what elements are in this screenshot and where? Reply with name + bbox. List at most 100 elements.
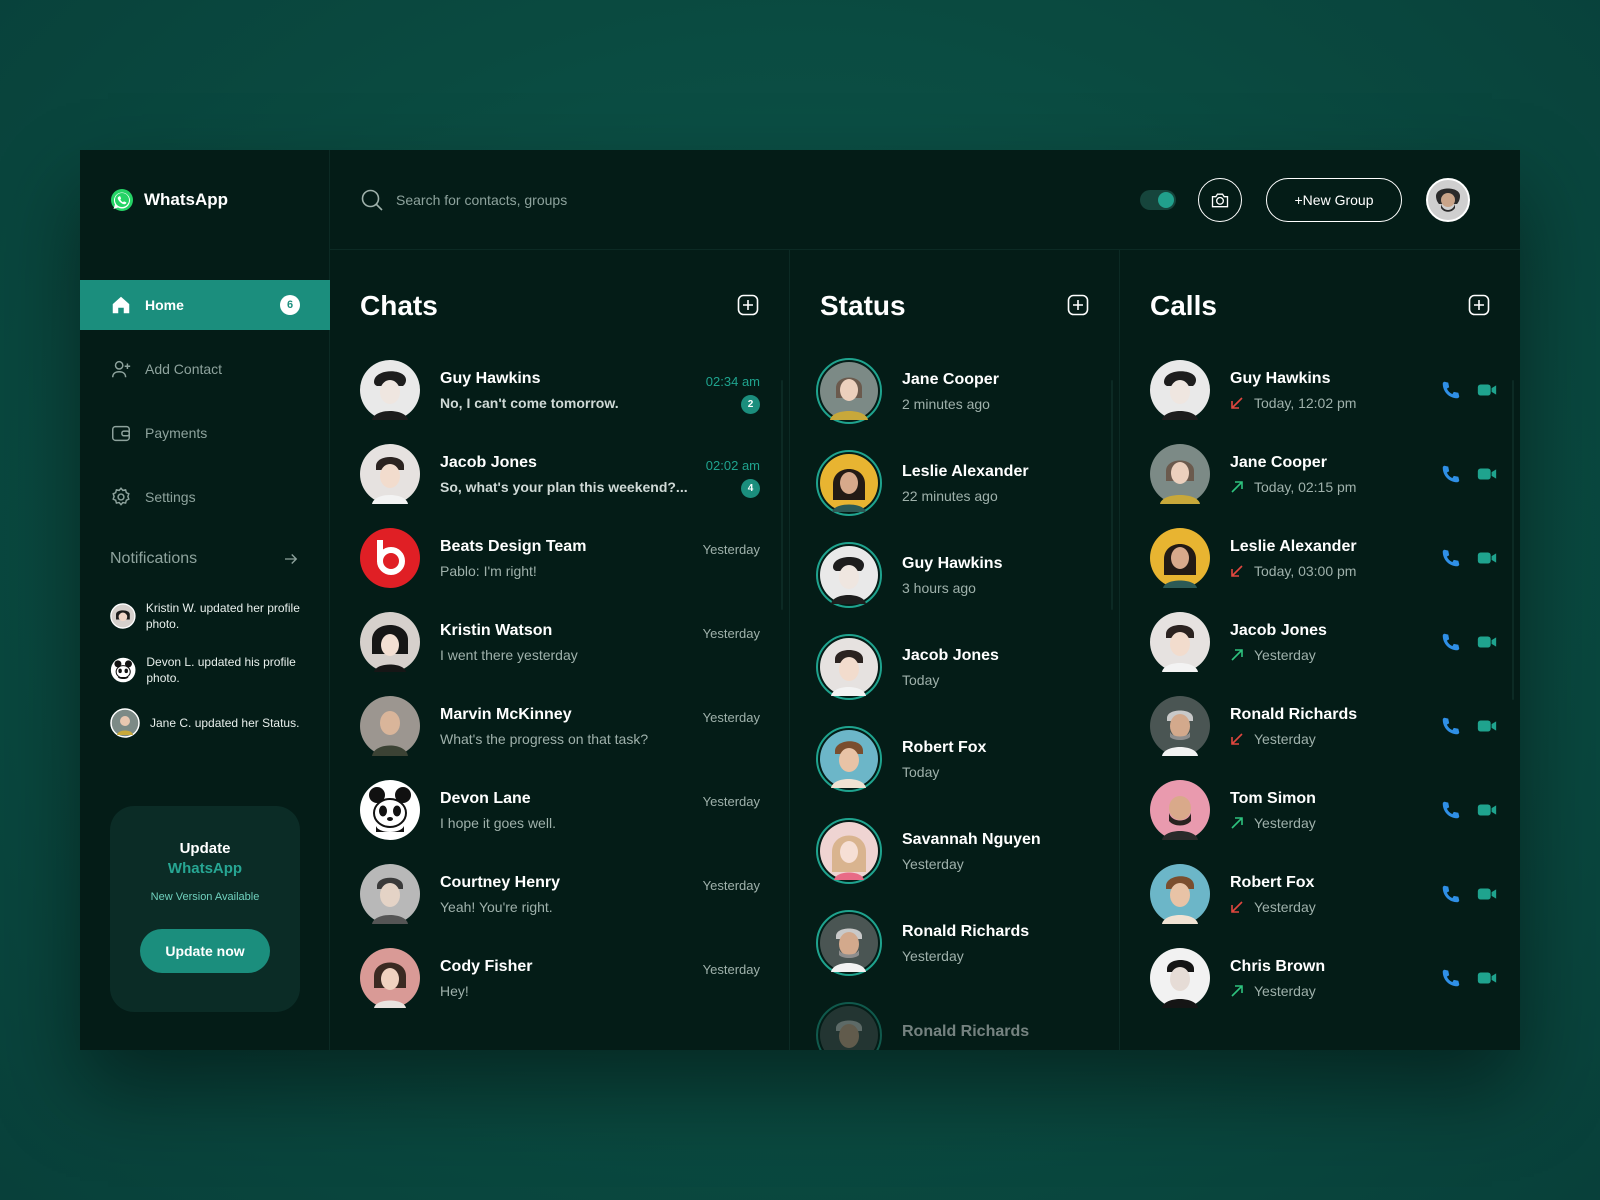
- avatar: [820, 822, 878, 880]
- sidebar-nav: Home 6 Add Contact Payments Settings: [80, 280, 330, 536]
- phone-icon[interactable]: [1440, 463, 1462, 485]
- caller-name: Jacob Jones: [1230, 621, 1327, 639]
- add-user-icon: [112, 360, 131, 378]
- search-input[interactable]: [396, 192, 696, 208]
- status-ring: [816, 634, 882, 700]
- chat-item[interactable]: Marvin McKinney What's the progress on t…: [360, 696, 760, 756]
- add-call-icon[interactable]: [1468, 294, 1490, 316]
- chats-title: Chats: [360, 290, 438, 321]
- chat-item[interactable]: Cody Fisher Hey! Yesterday: [360, 948, 760, 1008]
- status-time: 3 hours ago: [902, 579, 976, 596]
- video-icon[interactable]: [1476, 883, 1498, 905]
- chat-item[interactable]: Guy Hawkins No, I can't come tomorrow. 0…: [360, 360, 760, 420]
- call-item[interactable]: Guy Hawkins Today, 12:02 pm: [1150, 360, 1497, 420]
- sidebar-item-add-contact[interactable]: Add Contact: [80, 344, 330, 394]
- video-icon[interactable]: [1476, 799, 1498, 821]
- main-content: +New Group Chats Guy Hawkins No, I can't…: [330, 150, 1520, 1050]
- chat-item[interactable]: Courtney Henry Yeah! You're right. Yeste…: [360, 864, 760, 924]
- call-item[interactable]: Tom Simon Yesterday: [1150, 780, 1497, 840]
- chat-item[interactable]: Kristin Watson I went there yesterday Ye…: [360, 612, 760, 672]
- status-name: Guy Hawkins: [902, 554, 1003, 572]
- phone-icon[interactable]: [1440, 715, 1462, 737]
- chat-item[interactable]: Devon Lane I hope it goes well. Yesterda…: [360, 780, 760, 840]
- sidebar-item-settings[interactable]: Settings: [80, 472, 330, 522]
- phone-icon[interactable]: [1440, 799, 1462, 821]
- call-item[interactable]: Robert Fox Yesterday: [1150, 864, 1497, 924]
- chat-message: I hope it goes well.: [440, 814, 556, 831]
- avatar: [820, 730, 878, 788]
- phone-icon[interactable]: [1440, 547, 1462, 569]
- chat-item[interactable]: Jacob Jones So, what's your plan this we…: [360, 444, 760, 504]
- call-info: Yesterday: [1230, 731, 1357, 747]
- call-item[interactable]: Leslie Alexander Today, 03:00 pm: [1150, 528, 1497, 588]
- camera-button[interactable]: [1198, 178, 1242, 222]
- status-item[interactable]: Ronald Richards: [816, 1002, 1029, 1050]
- video-icon[interactable]: [1476, 631, 1498, 653]
- panda-avatar: [110, 657, 136, 683]
- call-item[interactable]: Jacob Jones Yesterday: [1150, 612, 1497, 672]
- chat-meta: 02:02 am 4: [706, 444, 760, 498]
- notification-item[interactable]: Devon L. updated his profile photo.: [110, 654, 310, 686]
- caller-name: Robert Fox: [1230, 873, 1315, 891]
- status-item[interactable]: Savannah Nguyen Yesterday: [816, 818, 1041, 884]
- call-item[interactable]: Ronald Richards Yesterday: [1150, 696, 1497, 756]
- call-actions: [1440, 631, 1498, 653]
- video-icon[interactable]: [1476, 463, 1498, 485]
- phone-icon[interactable]: [1440, 631, 1462, 653]
- status-item[interactable]: Jacob Jones Today: [816, 634, 999, 700]
- call-item[interactable]: Chris Brown Yesterday: [1150, 948, 1497, 1008]
- video-icon[interactable]: [1476, 967, 1498, 989]
- call-info: Yesterday: [1230, 983, 1325, 999]
- sidebar-item-payments[interactable]: Payments: [80, 408, 330, 458]
- update-now-button[interactable]: Update now: [140, 929, 270, 973]
- phone-icon[interactable]: [1440, 883, 1462, 905]
- sidebar-item-label: Home: [145, 297, 184, 313]
- arrow-right-icon[interactable]: [282, 550, 300, 568]
- notification-item[interactable]: Kristin W. updated her profile photo.: [110, 600, 310, 632]
- call-time: Today, 03:00 pm: [1254, 562, 1357, 579]
- call-item[interactable]: Jane Cooper Today, 02:15 pm: [1150, 444, 1497, 504]
- notifications-list: Kristin W. updated her profile photo. De…: [110, 600, 310, 760]
- notification-item[interactable]: Jane C. updated her Status.: [110, 708, 310, 738]
- add-status-icon[interactable]: [1067, 294, 1089, 316]
- chat-name: Kristin Watson: [440, 621, 553, 639]
- outgoing-call-icon: [1231, 816, 1243, 829]
- missed-call-icon: [1231, 900, 1243, 913]
- sidebar-item-home[interactable]: Home 6: [80, 280, 330, 330]
- phone-icon[interactable]: [1440, 379, 1462, 401]
- video-icon[interactable]: [1476, 379, 1498, 401]
- avatar: [360, 444, 420, 504]
- status-item[interactable]: Jane Cooper 2 minutes ago: [816, 358, 999, 424]
- status-name: Ronald Richards: [902, 922, 1030, 940]
- theme-toggle[interactable]: [1140, 190, 1176, 210]
- new-group-button[interactable]: +New Group: [1266, 178, 1402, 222]
- status-item[interactable]: Leslie Alexander 22 minutes ago: [816, 450, 1029, 516]
- call-actions: [1440, 715, 1498, 737]
- calls-scrollbar[interactable]: [1512, 380, 1514, 700]
- video-icon[interactable]: [1476, 715, 1498, 737]
- missed-call-icon: [1231, 732, 1243, 745]
- search-bar[interactable]: [360, 188, 696, 212]
- phone-icon[interactable]: [1440, 967, 1462, 989]
- chats-scrollbar[interactable]: [781, 380, 783, 610]
- add-chat-icon[interactable]: [737, 294, 759, 316]
- chat-meta: Yesterday: [703, 696, 760, 725]
- caller-name: Guy Hawkins: [1230, 369, 1331, 387]
- status-item[interactable]: Guy Hawkins 3 hours ago: [816, 542, 1002, 608]
- profile-avatar[interactable]: [1426, 178, 1470, 222]
- chat-meta: Yesterday: [703, 864, 760, 893]
- status-name: Ronald Richards: [902, 1022, 1030, 1040]
- status-item[interactable]: Robert Fox Today: [816, 726, 986, 792]
- chat-meta: Yesterday: [703, 528, 760, 557]
- status-time: Yesterday: [902, 855, 964, 872]
- chat-name: Cody Fisher: [440, 957, 533, 975]
- missed-call-icon: [1231, 564, 1243, 577]
- status-item[interactable]: Ronald Richards Yesterday: [816, 910, 1029, 976]
- chat-item[interactable]: Beats Design Team Pablo: I'm right! Yest…: [360, 528, 760, 588]
- call-time: Yesterday: [1254, 814, 1316, 831]
- video-icon[interactable]: [1476, 547, 1498, 569]
- topbar: +New Group: [330, 150, 1520, 250]
- status-scrollbar[interactable]: [1111, 380, 1113, 610]
- chat-name: Guy Hawkins: [440, 369, 541, 387]
- brand[interactable]: WhatsApp: [110, 188, 228, 212]
